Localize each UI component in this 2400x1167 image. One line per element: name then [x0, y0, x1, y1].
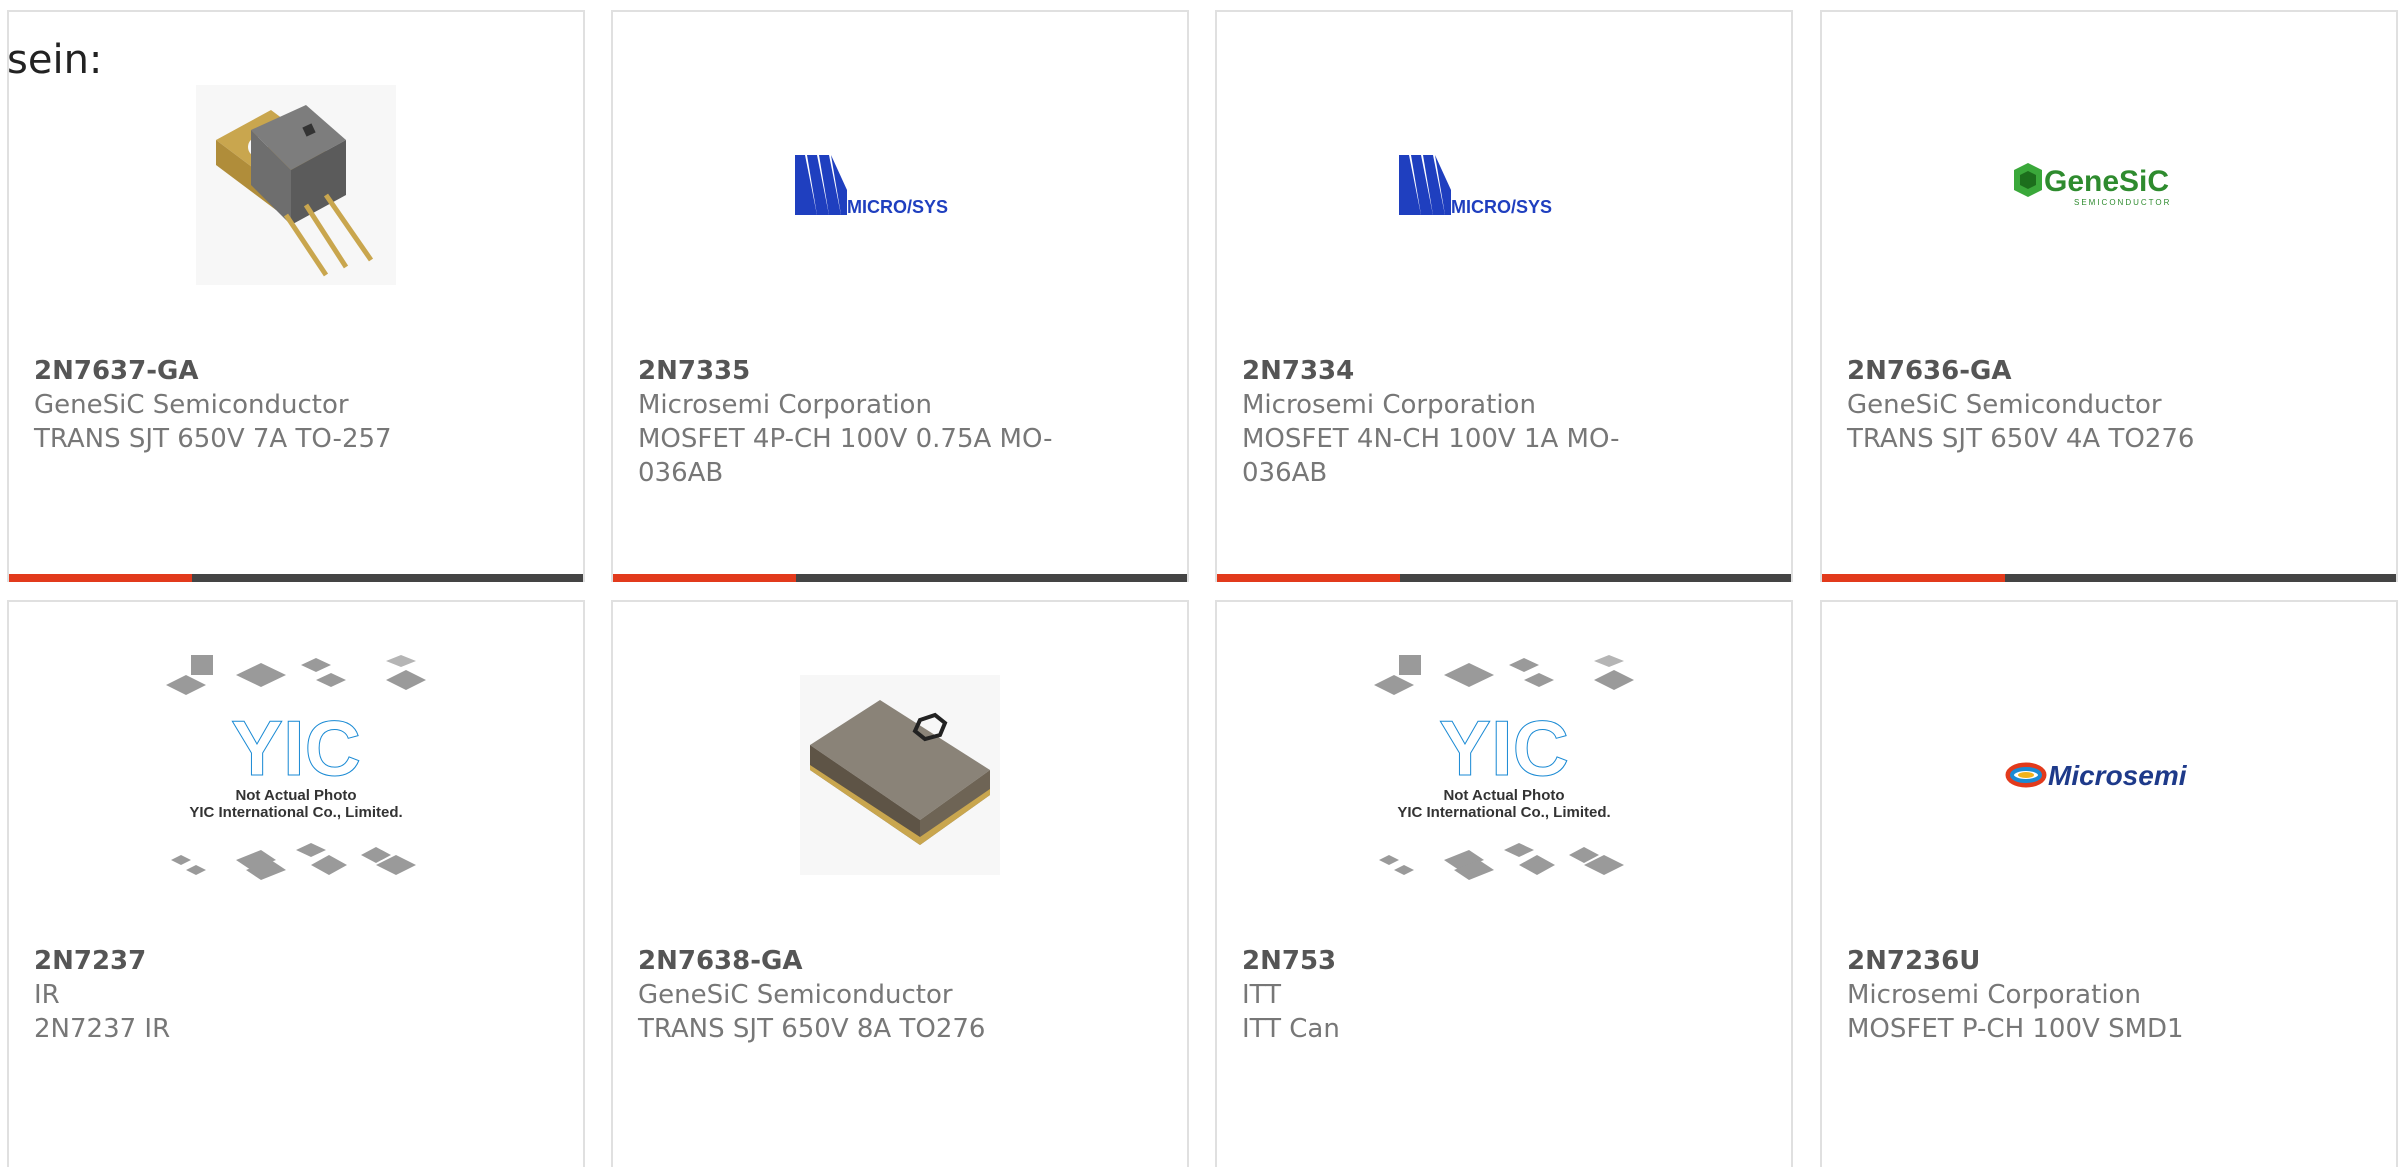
- description: TRANS SJT 650V 4A TO276: [1847, 424, 2195, 454]
- manufacturer: GeneSiC Semiconductor: [1847, 390, 2162, 420]
- yic-placeholder-icon: YIC Not Actual Photo YIC International C…: [1374, 654, 1634, 880]
- svg-text:YIC: YIC: [1439, 704, 1569, 792]
- description: MOSFET 4N-CH 100V 1A MO-036AB: [1242, 424, 1620, 488]
- svg-text:Microsemi: Microsemi: [2048, 760, 2188, 791]
- product-card[interactable]: GeneSiC SEMICONDUCTOR 2N7636-GA GeneSiC …: [1820, 10, 2398, 582]
- microsemi-logo-icon: Microsemi: [2005, 760, 2188, 791]
- part-number[interactable]: 2N7335: [638, 354, 1067, 388]
- description: TRANS SJT 650V 8A TO276: [638, 1014, 986, 1044]
- svg-text:Not Actual Photo: Not Actual Photo: [235, 787, 356, 804]
- part-number[interactable]: 2N7636-GA: [1847, 354, 2276, 388]
- product-card[interactable]: 2N7638-GA GeneSiC Semiconductor TRANS SJ…: [611, 600, 1189, 1167]
- part-number[interactable]: 2N753: [1242, 944, 1671, 978]
- svg-text:YIC: YIC: [231, 704, 361, 792]
- product-image[interactable]: MICRO/SYS: [1217, 12, 1791, 357]
- description: MOSFET P-CH 100V SMD1: [1847, 1014, 2184, 1044]
- card-bar: [1822, 574, 2396, 582]
- svg-text:SEMICONDUCTOR: SEMICONDUCTOR: [2074, 198, 2171, 207]
- manufacturer: GeneSiC Semiconductor: [34, 390, 349, 420]
- microsys-logo-icon: MICRO/SYS: [1399, 154, 1552, 217]
- product-card[interactable]: MICRO/SYS 2N7335 Microsemi Corporation M…: [611, 10, 1189, 582]
- genesic-logo-icon: GeneSiC SEMICONDUCTOR: [2014, 162, 2171, 207]
- product-image[interactable]: [613, 602, 1187, 947]
- product-card[interactable]: 2N7637-GA GeneSiC Semiconductor TRANS SJ…: [7, 10, 585, 582]
- svg-text:YIC International Co., Limited: YIC International Co., Limited.: [189, 804, 402, 821]
- product-image[interactable]: YIC Not Actual Photo YIC International C…: [9, 602, 583, 947]
- manufacturer: Microsemi Corporation: [1242, 390, 1536, 420]
- product-card[interactable]: YIC Not Actual Photo YIC International C…: [1215, 600, 1793, 1167]
- product-card[interactable]: Microsemi 2N7236U Microsemi Corporation …: [1820, 600, 2398, 1167]
- svg-text:GeneSiC: GeneSiC: [2044, 165, 2169, 198]
- product-card[interactable]: YIC Not Actual Photo YIC International C…: [7, 600, 585, 1167]
- part-number[interactable]: 2N7638-GA: [638, 944, 1067, 978]
- svg-text:Not Actual Photo: Not Actual Photo: [1443, 787, 1564, 804]
- product-image[interactable]: MICRO/SYS: [613, 12, 1187, 357]
- manufacturer: Microsemi Corporation: [1847, 980, 2141, 1010]
- card-bar: [1217, 574, 1791, 582]
- description: TRANS SJT 650V 7A TO-257: [34, 424, 392, 454]
- svg-text:YIC International Co., Limited: YIC International Co., Limited.: [1397, 804, 1610, 821]
- card-bar: [613, 574, 1187, 582]
- part-number[interactable]: 2N7334: [1242, 354, 1671, 388]
- product-image[interactable]: Microsemi: [1822, 602, 2396, 947]
- product-image[interactable]: YIC Not Actual Photo YIC International C…: [1217, 602, 1791, 947]
- svg-text:MICRO/SYS: MICRO/SYS: [1451, 197, 1552, 217]
- part-number[interactable]: 2N7637-GA: [34, 354, 463, 388]
- microsys-logo-icon: MICRO/SYS: [795, 154, 948, 217]
- manufacturer: Microsemi Corporation: [638, 390, 932, 420]
- product-image[interactable]: GeneSiC SEMICONDUCTOR: [1822, 12, 2396, 357]
- svg-text:MICRO/SYS: MICRO/SYS: [847, 197, 948, 217]
- product-grid-page: sein: 2N7637-GA GeneSiC Semiconductor TR…: [0, 0, 2400, 1167]
- description: ITT Can: [1242, 1014, 1340, 1044]
- description: 2N7237 IR: [34, 1014, 171, 1044]
- manufacturer: GeneSiC Semiconductor: [638, 980, 953, 1010]
- description: MOSFET 4P-CH 100V 0.75A MO-036AB: [638, 424, 1053, 488]
- yic-placeholder-icon: YIC Not Actual Photo YIC International C…: [166, 654, 426, 880]
- part-number[interactable]: 2N7236U: [1847, 944, 2276, 978]
- intro-text: sein:: [7, 37, 103, 83]
- manufacturer: IR: [34, 980, 60, 1010]
- card-bar: [9, 574, 583, 582]
- manufacturer: ITT: [1242, 980, 1281, 1010]
- product-card[interactable]: MICRO/SYS 2N7334 Microsemi Corporation M…: [1215, 10, 1793, 582]
- to257-package-icon: [196, 84, 396, 285]
- part-number[interactable]: 2N7237: [34, 944, 463, 978]
- smd-package-icon: [800, 674, 1000, 875]
